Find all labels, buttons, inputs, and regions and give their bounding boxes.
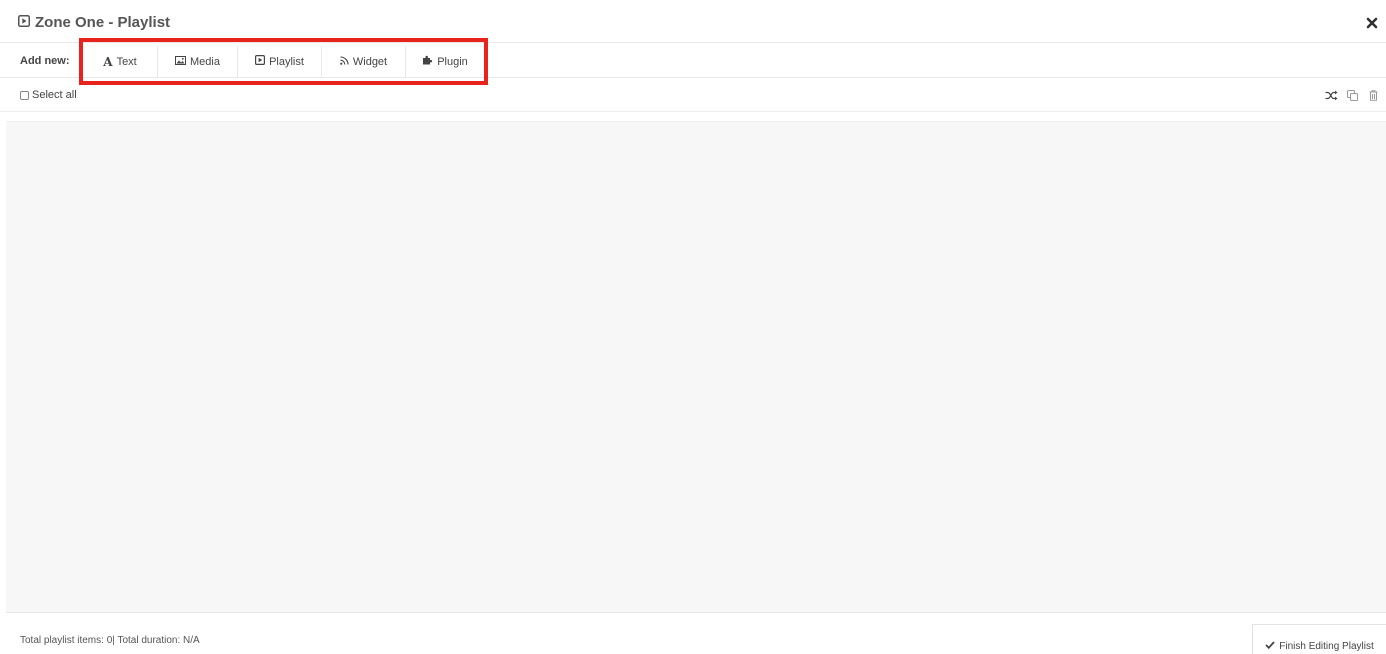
- playlist-tools: [1325, 89, 1380, 102]
- add-media-label: Media: [190, 55, 220, 68]
- title-text: Zone One - Playlist: [35, 14, 171, 31]
- finish-editing-label: Finish Editing Playlist: [1279, 640, 1374, 652]
- add-new-label: Add new:: [20, 55, 70, 67]
- check-icon: [1265, 640, 1275, 652]
- finish-editing-button[interactable]: Finish Editing Playlist: [1252, 624, 1386, 654]
- add-widget-button[interactable]: Widget: [322, 46, 406, 77]
- close-icon[interactable]: [1366, 16, 1378, 33]
- rss-icon: [340, 55, 349, 68]
- add-playlist-label: Playlist: [269, 55, 304, 68]
- page-title: Zone One - Playlist: [18, 14, 170, 31]
- select-all-label: Select all: [32, 89, 77, 101]
- add-text-button[interactable]: A Text: [83, 46, 158, 77]
- modal-header: Zone One - Playlist: [0, 0, 1386, 43]
- image-icon: [175, 55, 187, 68]
- font-icon: A: [103, 54, 113, 69]
- playlist-items-area[interactable]: [6, 121, 1386, 613]
- play-square-icon: [255, 55, 266, 68]
- copy-icon[interactable]: [1346, 89, 1359, 102]
- add-plugin-button[interactable]: Plugin: [406, 46, 484, 77]
- play-square-icon: [18, 14, 30, 31]
- selection-toolbar: Select all: [0, 78, 1386, 112]
- add-widget-label: Widget: [352, 55, 388, 68]
- add-text-label: Text: [116, 55, 137, 68]
- shuffle-icon[interactable]: [1325, 89, 1338, 102]
- add-plugin-label: Plugin: [437, 55, 468, 68]
- trash-icon[interactable]: [1367, 89, 1380, 102]
- checkbox-icon[interactable]: [20, 90, 29, 100]
- add-playlist-button[interactable]: Playlist: [238, 46, 322, 77]
- add-media-button[interactable]: Media: [158, 46, 238, 77]
- footer: Total playlist items: 0| Total duration:…: [0, 613, 1386, 654]
- close-button[interactable]: [1366, 17, 1378, 33]
- select-all-checkbox[interactable]: Select all: [20, 89, 77, 101]
- puzzle-icon: [422, 55, 433, 68]
- playlist-summary: Total playlist items: 0| Total duration:…: [20, 635, 200, 646]
